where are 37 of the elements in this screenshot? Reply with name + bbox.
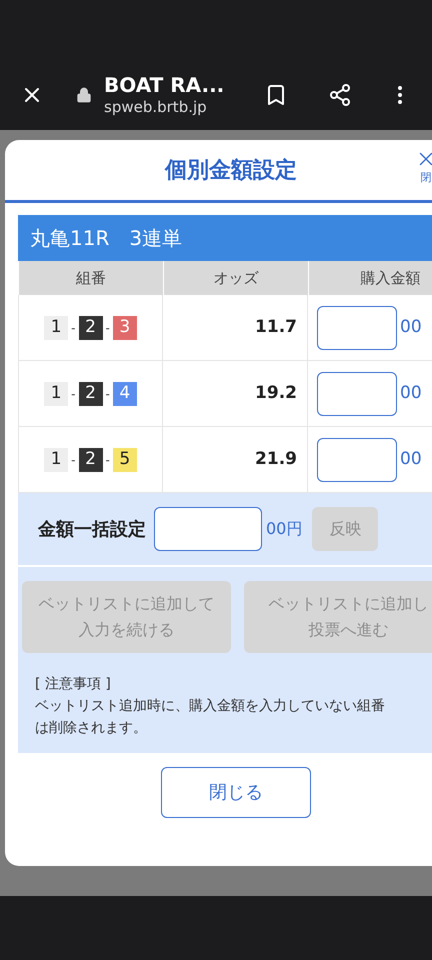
section-header: 丸亀11R 3連単 — [18, 215, 432, 261]
boat-number: 1 — [44, 316, 68, 340]
odds-value: 19.2 — [163, 361, 308, 426]
dash: - — [71, 320, 76, 336]
modal-close-button[interactable]: 閉 — [415, 148, 432, 186]
notes-title: [ 注意事項 ] — [35, 675, 112, 694]
bulk-unit: 00円 — [266, 518, 302, 540]
dash: - — [106, 320, 110, 336]
boat-number: 2 — [78, 448, 102, 472]
boat-number: 1 — [44, 382, 68, 406]
boat-number: 2 — [78, 382, 102, 406]
close-button[interactable]: 閉じる — [161, 767, 311, 818]
modal-title: 個別金額設定 — [165, 156, 297, 184]
page-title: BOAT RA... — [104, 73, 224, 98]
bulk-label: 金額一括設定 — [38, 518, 146, 542]
dash: - — [106, 452, 110, 468]
notes-text: ベットリスト追加時に、購入金額を入力していない組番 は削除されます。 — [35, 697, 386, 738]
dash: - — [106, 386, 110, 402]
odds-value: 21.9 — [163, 427, 308, 492]
bulk-amount-input[interactable] — [154, 507, 262, 551]
boat-number: 3 — [112, 316, 137, 340]
boat-number: 2 — [78, 316, 102, 340]
dash: - — [71, 386, 76, 402]
amount-input[interactable] — [317, 306, 397, 350]
amount-unit: 00 — [400, 382, 422, 405]
boat-number: 4 — [112, 382, 137, 406]
amount-input[interactable] — [317, 438, 397, 482]
lock-icon — [76, 87, 92, 103]
amount-unit: 00 — [400, 448, 422, 471]
page-url: spweb.brtb.jp — [104, 98, 208, 117]
odds-value: 11.7 — [163, 295, 308, 360]
dash: - — [71, 452, 76, 468]
amount-unit: 00 — [400, 316, 422, 339]
boat-number: 1 — [44, 448, 68, 472]
share-icon[interactable] — [328, 83, 352, 107]
amount-input[interactable] — [317, 372, 397, 416]
boat-number: 5 — [112, 448, 137, 472]
